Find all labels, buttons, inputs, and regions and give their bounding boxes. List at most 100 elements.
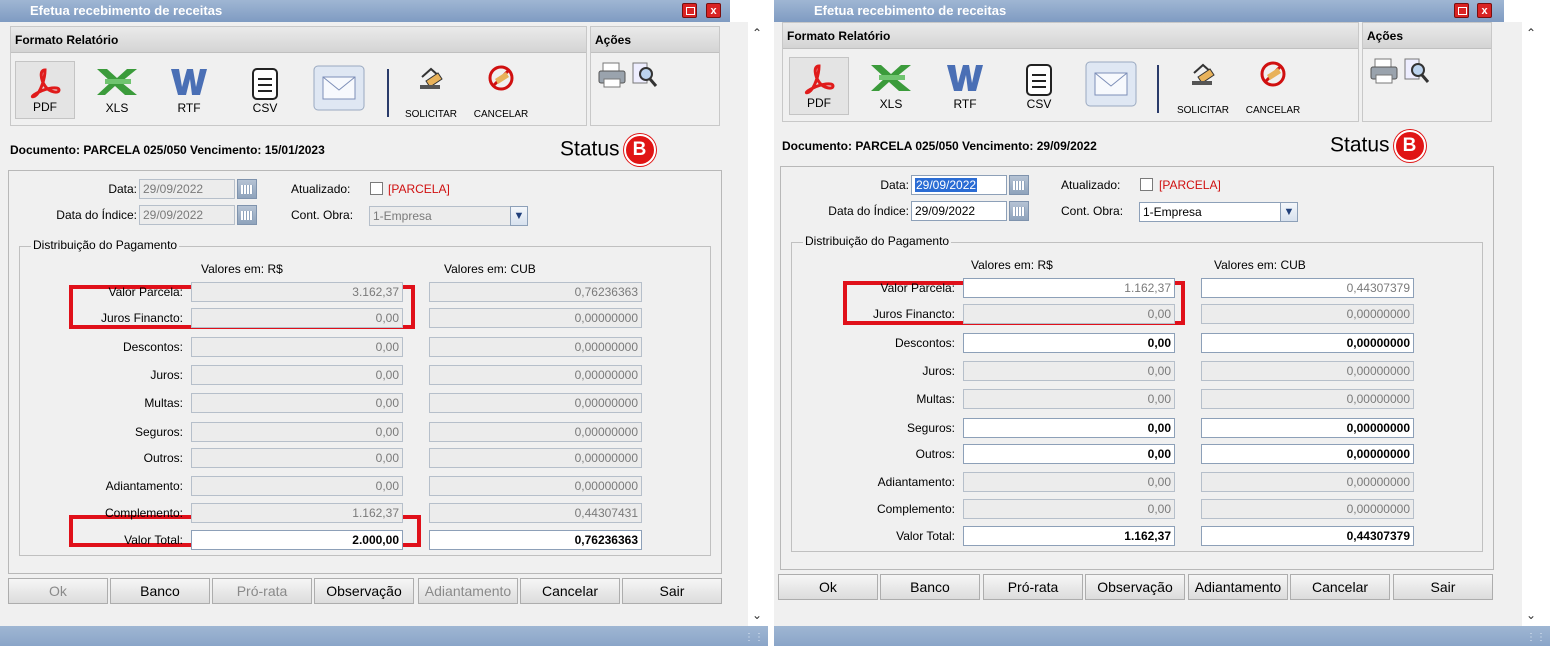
email-button[interactable] <box>1083 57 1139 115</box>
close-icon[interactable]: x <box>706 3 721 18</box>
xls-button[interactable]: XLS <box>861 57 921 115</box>
pdf-label: PDF <box>807 96 831 110</box>
cub-value-field[interactable]: 0,44307379 <box>1201 278 1414 298</box>
cancelar-action-button[interactable]: CANCELAR <box>1241 59 1305 116</box>
action-button[interactable]: Observação <box>314 578 414 604</box>
rs-value-field[interactable]: 1.162,37 <box>191 503 403 523</box>
action-button[interactable]: Cancelar <box>520 578 620 604</box>
rs-value-field[interactable]: 0,00 <box>963 333 1175 353</box>
rs-value-field[interactable]: 0,00 <box>963 499 1175 519</box>
rs-value-field[interactable]: 0,00 <box>963 418 1175 438</box>
cub-value-field[interactable]: 0,00000000 <box>1201 304 1414 324</box>
cub-value-field[interactable]: 0,00000000 <box>1201 444 1414 464</box>
index-date-input[interactable]: 29/09/2022 <box>139 205 235 225</box>
rs-value-field[interactable]: 0,00 <box>191 393 403 413</box>
cub-value-field[interactable]: 0,00000000 <box>429 448 642 468</box>
action-button[interactable]: Ok <box>778 574 878 600</box>
index-date-input[interactable]: 29/09/2022 <box>911 201 1007 221</box>
action-button[interactable]: Sair <box>1393 574 1493 600</box>
rtf-button[interactable]: RTF <box>159 61 219 119</box>
pdf-button[interactable]: PDF <box>789 57 849 115</box>
maximize-icon[interactable] <box>1454 3 1469 18</box>
scroll-down-icon[interactable]: ⌄ <box>752 608 762 622</box>
rs-value-field[interactable]: 2.000,00 <box>191 530 403 550</box>
cub-value-field[interactable]: 0,00000000 <box>429 422 642 442</box>
cub-value-field[interactable]: 0,00000000 <box>429 476 642 496</box>
scroll-up-icon[interactable]: ⌃ <box>1526 26 1536 40</box>
printer-icon[interactable] <box>597 61 627 89</box>
cub-value-field[interactable]: 0,00000000 <box>1201 472 1414 492</box>
rs-value-field[interactable]: 0,00 <box>963 472 1175 492</box>
action-button[interactable]: Adiantamento <box>418 578 518 604</box>
action-button[interactable]: Ok <box>8 578 108 604</box>
cub-value-field[interactable]: 0,00000000 <box>1201 499 1414 519</box>
rs-value-field[interactable]: 3.162,37 <box>191 282 403 302</box>
date-input[interactable]: 29/09/2022 <box>139 179 235 199</box>
cub-value-field[interactable]: 0,44307379 <box>1201 526 1414 546</box>
cub-value-field[interactable]: 0,76236363 <box>429 282 642 302</box>
date-input[interactable]: 29/09/2022 <box>911 175 1007 195</box>
rs-value-field[interactable]: 1.162,37 <box>963 278 1175 298</box>
cub-value-field[interactable]: 0,44307431 <box>429 503 642 523</box>
close-icon[interactable]: x <box>1477 3 1492 18</box>
csv-button[interactable]: CSV <box>1009 57 1069 115</box>
resize-grip-icon[interactable]: ⋮⋮ <box>744 632 764 643</box>
email-button[interactable] <box>311 61 367 119</box>
cub-value-field[interactable]: 0,00000000 <box>429 393 642 413</box>
printer-icon[interactable] <box>1369 57 1399 85</box>
updated-checkbox[interactable] <box>1140 178 1153 191</box>
cub-value-field[interactable]: 0,76236363 <box>429 530 642 550</box>
rs-value-field[interactable]: 0,00 <box>191 308 403 328</box>
action-button[interactable]: Pró-rata <box>212 578 312 604</box>
rs-value-field[interactable]: 0,00 <box>191 476 403 496</box>
rs-value-field[interactable]: 0,00 <box>963 361 1175 381</box>
scroll-up-icon[interactable]: ⌃ <box>752 26 762 40</box>
cub-value-field[interactable]: 0,00000000 <box>1201 333 1414 353</box>
chevron-down-icon[interactable]: ▼ <box>1280 202 1298 222</box>
calendar-icon[interactable] <box>237 205 257 225</box>
updated-checkbox[interactable] <box>370 182 383 195</box>
cont-obra-select[interactable]: 1-Empresa <box>369 206 511 226</box>
chevron-down-icon[interactable]: ▼ <box>510 206 528 226</box>
rs-value-field[interactable]: 0,00 <box>191 448 403 468</box>
calendar-icon[interactable] <box>1009 201 1029 221</box>
rs-value-field[interactable]: 0,00 <box>963 304 1175 324</box>
scroll-down-icon[interactable]: ⌄ <box>1526 608 1536 622</box>
rtf-button[interactable]: RTF <box>935 57 995 115</box>
action-button[interactable]: Cancelar <box>1290 574 1390 600</box>
action-button[interactable]: Sair <box>622 578 722 604</box>
preview-icon[interactable] <box>1401 57 1431 85</box>
rs-value-field[interactable]: 0,00 <box>963 389 1175 409</box>
solicitar-button[interactable]: SOLICITAR <box>1171 59 1235 116</box>
solicitar-button[interactable]: SOLICITAR <box>399 63 463 120</box>
cancelar-action-button[interactable]: CANCELAR <box>469 63 533 120</box>
rs-value-field[interactable]: 0,00 <box>191 422 403 442</box>
cub-value-field[interactable]: 0,00000000 <box>1201 389 1414 409</box>
action-button[interactable]: Banco <box>880 574 980 600</box>
resize-grip-icon[interactable]: ⋮⋮ <box>1526 632 1546 643</box>
rs-value-field[interactable]: 1.162,37 <box>963 526 1175 546</box>
format-group: Formato Relatório PDF XLS RTF CSV SOLICI… <box>782 22 1359 122</box>
action-button[interactable]: Observação <box>1085 574 1185 600</box>
cub-value-field[interactable]: 0,00000000 <box>1201 361 1414 381</box>
csv-button[interactable]: CSV <box>235 61 295 119</box>
cub-value-field[interactable]: 0,00000000 <box>429 308 642 328</box>
rs-value-field[interactable]: 0,00 <box>191 365 403 385</box>
xls-button[interactable]: XLS <box>87 61 147 119</box>
rs-value-field[interactable]: 0,00 <box>963 444 1175 464</box>
cub-value-field[interactable]: 0,00000000 <box>429 337 642 357</box>
calendar-icon[interactable] <box>237 179 257 199</box>
pdf-button[interactable]: PDF <box>15 61 75 119</box>
cont-obra-select[interactable]: 1-Empresa <box>1139 202 1281 222</box>
cub-value-field[interactable]: 0,00000000 <box>429 365 642 385</box>
action-button[interactable]: Pró-rata <box>983 574 1083 600</box>
action-button[interactable]: Adiantamento <box>1188 574 1288 600</box>
maximize-icon[interactable] <box>682 3 697 18</box>
vertical-scrollbar[interactable]: ⌃ ⌄ <box>748 22 766 626</box>
preview-icon[interactable] <box>629 61 659 89</box>
cub-value-field[interactable]: 0,00000000 <box>1201 418 1414 438</box>
vertical-scrollbar[interactable]: ⌃ ⌄ <box>1522 22 1550 626</box>
action-button[interactable]: Banco <box>110 578 210 604</box>
rs-value-field[interactable]: 0,00 <box>191 337 403 357</box>
calendar-icon[interactable] <box>1009 175 1029 195</box>
